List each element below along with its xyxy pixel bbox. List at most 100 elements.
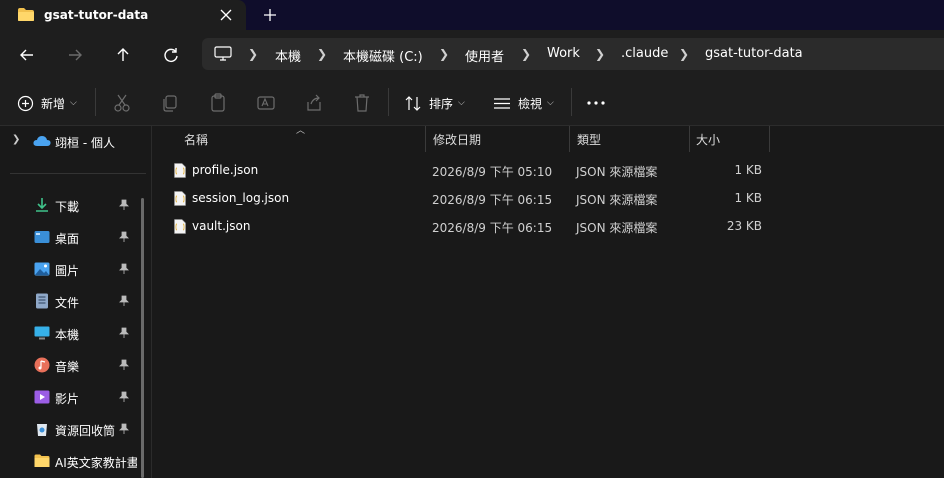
sidebar-item-downloads[interactable]: 下載 <box>0 192 140 220</box>
divider <box>10 173 146 174</box>
refresh-icon[interactable] <box>158 42 184 68</box>
column-divider[interactable] <box>689 126 690 152</box>
divider <box>571 88 572 116</box>
documents-icon <box>36 293 48 309</box>
json-file-icon <box>174 191 186 206</box>
back-arrow-icon[interactable] <box>14 42 40 68</box>
copy-icon[interactable] <box>161 92 179 114</box>
sidebar-item-this-pc[interactable]: 本機 <box>0 320 140 348</box>
file-type: JSON 來源檔案 <box>576 221 658 235</box>
navigation-pane: ❯ 翊桓 - 個人 下載 桌面 圖片 文件 本機 音樂 影片 資源回收筒 AI英… <box>0 126 152 478</box>
file-size: 1 KB <box>734 163 762 177</box>
chevron-right-icon: ❯ <box>595 47 606 61</box>
breadcrumb-item[interactable]: .claude <box>621 46 668 61</box>
download-icon <box>36 198 48 212</box>
json-file-icon <box>174 219 186 234</box>
videos-icon <box>34 390 50 404</box>
column-header-modified[interactable]: 修改日期 <box>433 131 481 148</box>
more-options-icon[interactable] <box>586 92 606 114</box>
music-icon <box>34 357 50 373</box>
chevron-right-icon: ❯ <box>439 47 450 61</box>
address-bar[interactable]: ❯ 本機 ❯ 本機磁碟 (C:) ❯ 使用者 ❯ Work ❯ .claude … <box>202 38 944 70</box>
chevron-right-icon: ❯ <box>12 134 21 145</box>
tab-active[interactable]: gsat-tutor-data <box>0 0 246 30</box>
file-name: vault.json <box>192 219 251 233</box>
rename-icon[interactable] <box>257 92 275 114</box>
sidebar-item-videos[interactable]: 影片 <box>0 384 140 412</box>
new-button[interactable]: 新增 ⌵ <box>17 92 77 114</box>
column-header-row: ︿ 名稱 修改日期 類型 大小 <box>153 126 770 152</box>
breadcrumb-item[interactable]: 本機 <box>275 46 301 65</box>
onedrive-cloud-icon <box>33 136 51 146</box>
up-arrow-icon[interactable] <box>110 42 136 68</box>
file-size: 1 KB <box>734 191 762 205</box>
file-name: profile.json <box>192 163 259 177</box>
paste-icon[interactable] <box>209 92 227 114</box>
breadcrumb-item[interactable]: 本機磁碟 (C:) <box>343 46 423 65</box>
file-modified: 2026/8/9 下午 05:10 <box>432 165 553 179</box>
pin-icon[interactable] <box>118 391 130 403</box>
tab-strip: gsat-tutor-data <box>0 0 944 30</box>
table-row[interactable]: vault.json 2026/8/9 下午 06:15 JSON 來源檔案 2… <box>165 212 775 240</box>
column-divider[interactable] <box>569 126 570 152</box>
column-header-name[interactable]: 名稱 <box>184 131 208 148</box>
pictures-icon <box>34 262 50 276</box>
file-size: 23 KB <box>726 219 762 233</box>
sidebar-item-recycle-bin[interactable]: 資源回收筒 <box>0 416 140 444</box>
sidebar-item-label: AI英文家教計畫 <box>55 456 137 470</box>
table-row[interactable]: profile.json 2026/8/9 下午 05:10 JSON 來源檔案… <box>165 156 775 184</box>
sidebar-item-folder[interactable]: AI英文家教計畫 <box>0 448 137 476</box>
pin-icon[interactable] <box>118 199 130 211</box>
pin-icon[interactable] <box>118 327 130 339</box>
sidebar-item-pictures[interactable]: 圖片 <box>0 256 140 284</box>
json-file-icon <box>174 163 186 178</box>
sidebar-item-label: 桌面 <box>55 232 80 246</box>
computer-icon <box>214 46 232 61</box>
new-tab-icon[interactable] <box>259 5 281 25</box>
chevron-right-icon: ❯ <box>248 47 259 61</box>
sidebar-item-label: 影片 <box>55 392 80 406</box>
chevron-right-icon: ❯ <box>317 47 328 61</box>
pin-icon[interactable] <box>118 359 130 371</box>
sidebar-item-documents[interactable]: 文件 <box>0 288 140 316</box>
file-list: ︿ 名稱 修改日期 類型 大小 profile.json 2026/8/9 下午… <box>153 126 944 478</box>
pin-icon[interactable] <box>118 295 130 307</box>
column-divider[interactable] <box>425 126 426 152</box>
table-row[interactable]: session_log.json 2026/8/9 下午 06:15 JSON … <box>165 184 775 212</box>
close-icon[interactable] <box>216 5 236 25</box>
desktop-icon <box>34 231 50 243</box>
chevron-down-icon: ⌵ <box>70 98 77 108</box>
file-modified: 2026/8/9 下午 06:15 <box>432 193 553 207</box>
column-divider[interactable] <box>769 126 770 152</box>
pin-icon[interactable] <box>118 263 130 275</box>
view-button[interactable]: 檢視 ⌵ <box>493 92 554 114</box>
file-type: JSON 來源檔案 <box>576 193 658 207</box>
column-header-type[interactable]: 類型 <box>577 131 601 148</box>
forward-arrow-icon[interactable] <box>62 42 88 68</box>
sidebar-item-music[interactable]: 音樂 <box>0 352 140 380</box>
sort-ascending-icon: ︿ <box>296 126 306 136</box>
command-bar: 新增 ⌵ 排序 ⌵ 檢視 ⌵ <box>0 78 944 126</box>
plus-circle-icon <box>17 95 34 111</box>
divider <box>388 88 389 116</box>
breadcrumb-item[interactable]: gsat-tutor-data <box>705 46 803 61</box>
pin-icon[interactable] <box>118 231 130 243</box>
breadcrumb-item[interactable]: 使用者 <box>465 46 504 65</box>
column-header-size[interactable]: 大小 <box>696 131 720 148</box>
pin-icon[interactable] <box>118 423 130 435</box>
sidebar-item-label: 翊桓 - 個人 <box>55 136 115 150</box>
cut-icon[interactable] <box>113 92 131 114</box>
sidebar-item-label: 資源回收筒 <box>55 424 116 438</box>
delete-icon[interactable] <box>353 92 371 114</box>
share-icon[interactable] <box>305 92 323 114</box>
sidebar-item-desktop[interactable]: 桌面 <box>0 224 140 252</box>
folder-icon <box>34 454 50 467</box>
view-list-icon <box>494 97 510 109</box>
sort-icon <box>405 95 421 111</box>
breadcrumb-item[interactable]: Work <box>547 46 580 61</box>
sidebar-scrollbar[interactable] <box>141 198 144 478</box>
sort-button[interactable]: 排序 ⌵ <box>404 92 465 114</box>
chevron-right-icon: ❯ <box>521 47 532 61</box>
sidebar-item-onedrive[interactable]: ❯ 翊桓 - 個人 <box>0 126 150 158</box>
this-pc-icon <box>34 326 50 340</box>
